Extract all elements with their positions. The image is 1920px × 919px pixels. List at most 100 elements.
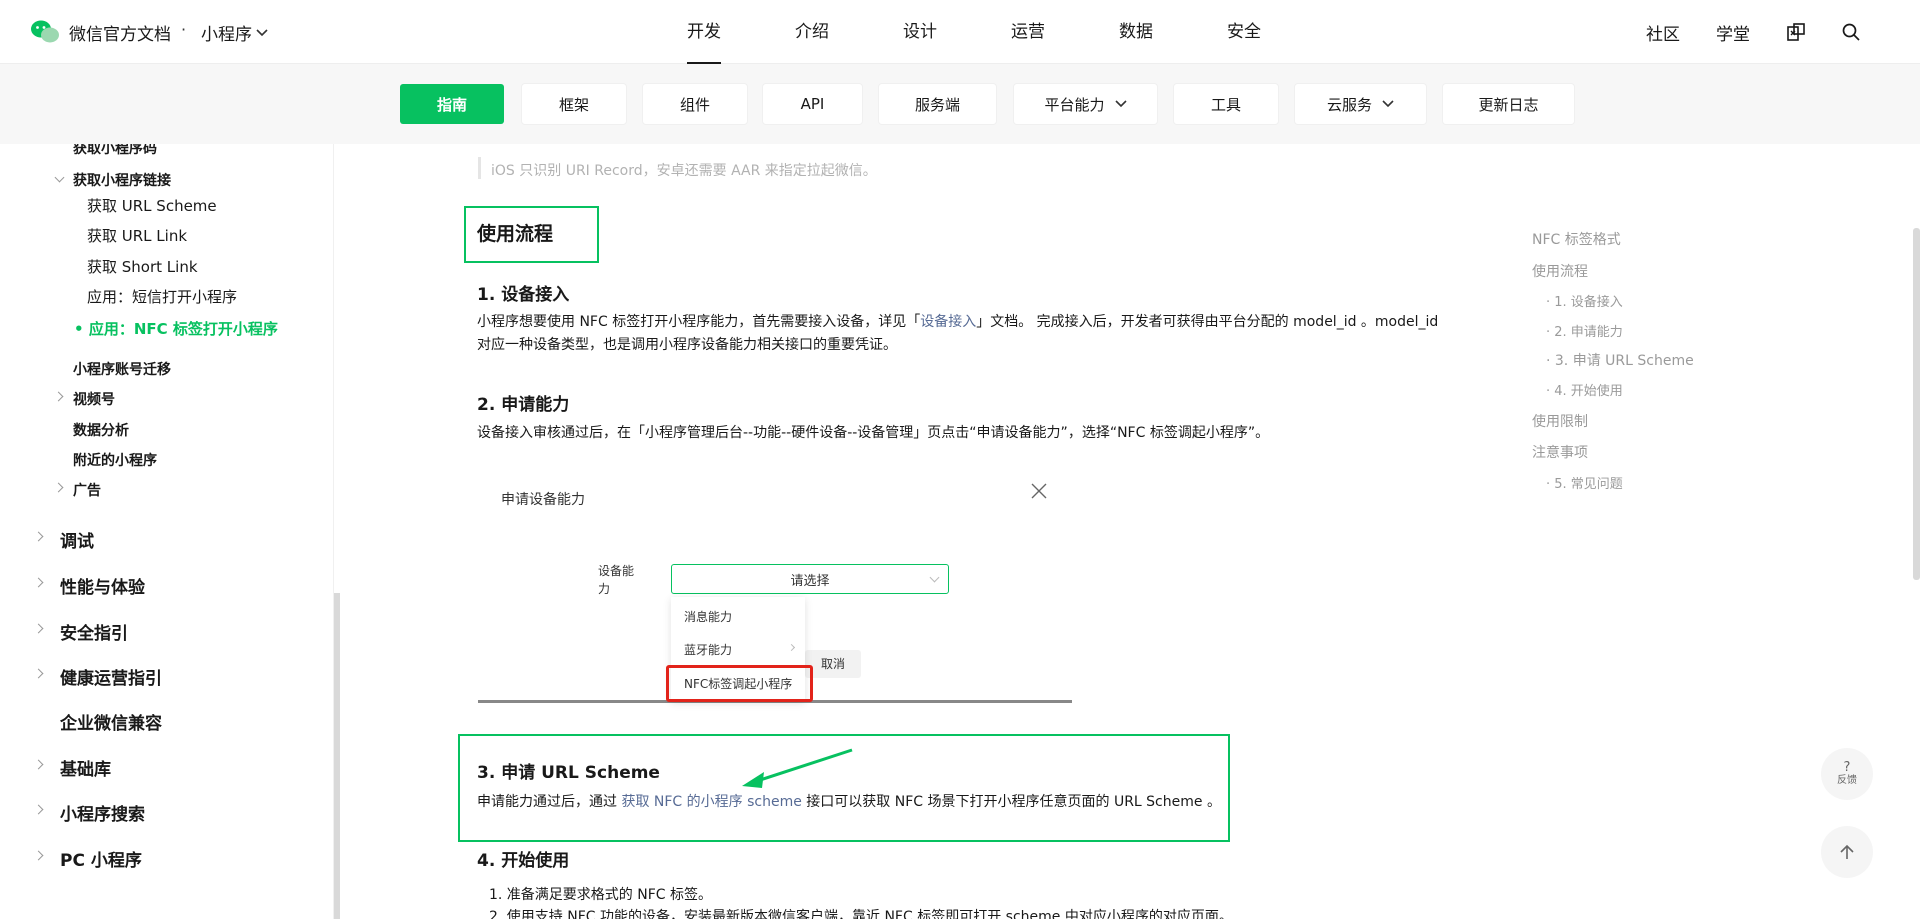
capability-select: 请选择 <box>671 564 949 594</box>
page-scrollbar[interactable] <box>1913 228 1920 580</box>
tab-platform-label: 平台能力 <box>1044 95 1105 114</box>
product-switcher-label: 小程序 <box>201 25 252 45</box>
nav-develop[interactable]: 开发 <box>650 0 758 64</box>
step2-paragraph: 设备接入审核通过后，在「小程序管理后台--功能--硬件设备--设备管理」页点击“… <box>477 425 1270 441</box>
chevron-right-icon <box>33 759 44 770</box>
nav-security[interactable]: 安全 <box>1190 0 1298 64</box>
toc-item-step2[interactable]: · 2. 申请能力 <box>1546 321 1623 340</box>
chevron-right-icon <box>33 531 44 542</box>
device-access-link[interactable]: 设备接入 <box>920 314 976 330</box>
tab-components[interactable]: 组件 <box>643 84 747 124</box>
academy-link[interactable]: 学堂 <box>1716 20 1750 45</box>
sidebar-item-migrate[interactable]: 小程序账号迁移 <box>73 359 171 379</box>
search-icon[interactable] <box>1842 23 1860 41</box>
step3-paragraph: 申请能力通过后，通过 获取 NFC 的小程序 scheme 接口可以获取 NFC… <box>477 791 1237 814</box>
tab-framework[interactable]: 框架 <box>522 84 626 124</box>
nav-data[interactable]: 数据 <box>1082 0 1190 64</box>
close-icon <box>1031 483 1047 499</box>
step4-item-1: 1. 准备满足要求格式的 NFC 标签。 <box>489 887 713 903</box>
sidebar-item-performance[interactable]: 性能与体验 <box>60 573 145 598</box>
sidebar-item-nfc[interactable]: • 应用：NFC 标签打开小程序 <box>74 318 278 339</box>
heading-step4: 4. 开始使用 <box>477 851 570 871</box>
toc-item-limits[interactable]: 使用限制 <box>1532 411 1588 431</box>
chevron-right-icon <box>787 643 796 652</box>
arrow-up-icon <box>1840 844 1854 859</box>
feedback-label: 反馈 <box>1837 775 1857 786</box>
step4-item-2: 2. 使用支持 NFC 功能的设备，安装最新版本微信客户端，靠近 NFC 标签即… <box>489 909 1233 919</box>
tab-changelog[interactable]: 更新日志 <box>1443 84 1574 124</box>
option-bluetooth: 蓝牙能力 <box>684 643 733 657</box>
sidebar-item-pc[interactable]: PC 小程序 <box>60 846 142 871</box>
dev-tools-icon[interactable] <box>1786 22 1806 42</box>
nav-design[interactable]: 设计 <box>866 0 974 64</box>
brand-title[interactable]: 微信官方文档 <box>69 20 171 45</box>
sidebar-scrollbar[interactable] <box>334 593 340 919</box>
quote-text: iOS 只识别 URI Record，安卓还需要 AAR 来指定拉起微信。 <box>491 163 877 179</box>
step1-text-b: 」文档。 完成接入后，开发者可获得由平台分配的 model_id 。model_… <box>976 314 1439 330</box>
chevron-down-icon <box>1382 100 1394 108</box>
nav-intro[interactable]: 介绍 <box>758 0 866 64</box>
community-link[interactable]: 社区 <box>1646 20 1680 45</box>
toc-item-step3[interactable]: · 3. 申请 URL Scheme <box>1546 350 1694 370</box>
sidebar-item-health[interactable]: 健康运营指引 <box>60 664 162 689</box>
step1-paragraph: 小程序想要使用 NFC 标签打开小程序能力，首先需要接入设备，详见「设备接入」文… <box>477 311 1457 334</box>
wechat-logo-icon[interactable] <box>30 19 60 45</box>
tab-changelog-label: 更新日志 <box>1478 95 1539 114</box>
toc-item-faq[interactable]: · 5. 常见问题 <box>1546 473 1623 492</box>
toc-item-nfc-format[interactable]: NFC 标签格式 <box>1532 229 1621 249</box>
step1-paragraph-2: 对应一种设备类型，也是调用小程序设备能力相关接口的重要凭证。 <box>477 337 897 353</box>
heading-step1: 1. 设备接入 <box>477 285 570 305</box>
chevron-right-icon <box>53 482 64 493</box>
toc-item-notes[interactable]: 注意事项 <box>1532 442 1588 462</box>
tab-server[interactable]: 服务端 <box>879 84 996 124</box>
sidebar-item-debug[interactable]: 调试 <box>60 527 94 552</box>
header-right: 社区 学堂 <box>1646 0 1860 64</box>
sidebar-item-get-link[interactable]: 获取小程序链接 <box>73 170 171 190</box>
dialog-cancel-button: 取消 <box>805 650 861 678</box>
tab-api[interactable]: API <box>763 84 862 124</box>
product-switcher[interactable]: 小程序 <box>201 20 268 45</box>
toc-item-flow[interactable]: 使用流程 <box>1532 261 1588 281</box>
chevron-down-icon <box>54 172 65 183</box>
toc-item-step4[interactable]: · 4. 开始使用 <box>1546 380 1623 399</box>
active-dot-icon: • <box>74 320 89 338</box>
highlight-box-nfc-option <box>666 665 813 702</box>
sidebar-item-safety[interactable]: 安全指引 <box>60 619 128 644</box>
chevron-right-icon <box>33 804 44 815</box>
chevron-down-icon <box>256 28 268 36</box>
sidebar-item-short-link[interactable]: 获取 Short Link <box>87 256 198 277</box>
tab-cloud[interactable]: 云服务 <box>1295 84 1426 124</box>
tab-tools[interactable]: 工具 <box>1174 84 1278 124</box>
heading-step3: 3. 申请 URL Scheme <box>477 763 660 783</box>
nfc-scheme-link[interactable]: 获取 NFC 的小程序 scheme <box>621 794 801 810</box>
chevron-down-icon <box>1114 100 1127 108</box>
sidebar-item-nearby[interactable]: 附近的小程序 <box>73 450 157 470</box>
sidebar-item-channels[interactable]: 视频号 <box>73 389 115 409</box>
tab-guide[interactable]: 指南 <box>400 84 504 124</box>
tab-components-label: 组件 <box>679 95 710 114</box>
sidebar-item-search[interactable]: 小程序搜索 <box>60 800 145 825</box>
toc-item-step1[interactable]: · 1. 设备接入 <box>1546 291 1623 310</box>
arrow-annotation-icon <box>742 748 853 788</box>
sidebar-item-nfc-label: 应用：NFC 标签打开小程序 <box>88 320 278 338</box>
top-navbar: 微信官方文档 · 小程序 开发 介绍 设计 运营 数据 安全 社区 学堂 <box>0 0 1920 64</box>
back-to-top-button[interactable] <box>1821 826 1873 878</box>
sidebar-item-baselib[interactable]: 基础库 <box>60 755 111 780</box>
feedback-button[interactable]: ? 反馈 <box>1821 748 1873 800</box>
sidebar-item-analytics[interactable]: 数据分析 <box>73 420 129 440</box>
sidebar-item-wecom[interactable]: 企业微信兼容 <box>60 709 162 734</box>
tab-cloud-label: 云服务 <box>1326 95 1372 114</box>
step1-text-a: 小程序想要使用 NFC 标签打开小程序能力，首先需要接入设备，详见「 <box>477 314 921 330</box>
sidebar-item-url-scheme[interactable]: 获取 URL Scheme <box>87 195 217 216</box>
tab-platform[interactable]: 平台能力 <box>1014 84 1157 124</box>
tab-framework-label: 框架 <box>558 95 589 114</box>
step3-text-a: 申请能力通过后，通过 <box>477 794 622 810</box>
tab-api-label: API <box>800 95 825 113</box>
nav-operate[interactable]: 运营 <box>974 0 1082 64</box>
sidebar-item-ads[interactable]: 广告 <box>73 480 101 500</box>
sidebar: 获取小程序码 获取小程序链接 获取 URL Scheme 获取 URL Link… <box>0 141 334 919</box>
chevron-right-icon <box>33 850 44 861</box>
sidebar-item-url-link[interactable]: 获取 URL Link <box>87 225 187 246</box>
chevron-right-icon <box>53 391 64 402</box>
sidebar-item-sms[interactable]: 应用：短信打开小程序 <box>87 286 237 307</box>
